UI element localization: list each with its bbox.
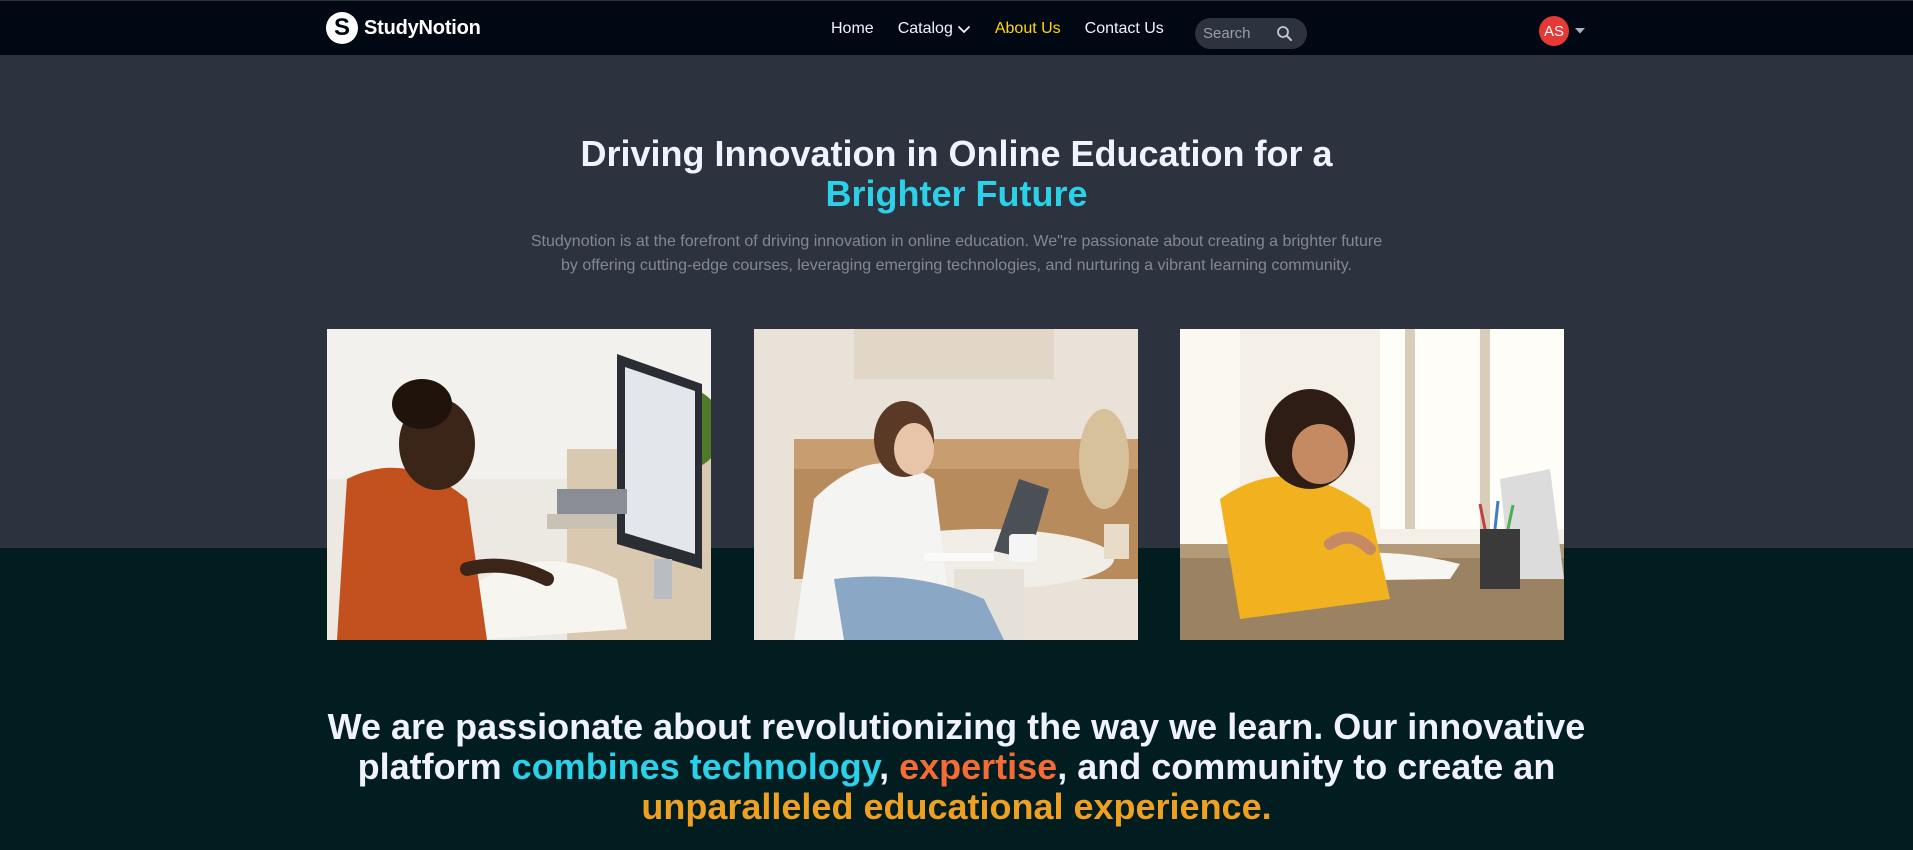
about-image-3 bbox=[1180, 329, 1564, 640]
brand-name: StudyNotion bbox=[364, 16, 481, 39]
about-image-1 bbox=[327, 329, 711, 640]
nav-catalog-dropdown[interactable]: Catalog bbox=[898, 20, 971, 38]
brand-logo[interactable]: S StudyNotion bbox=[326, 12, 481, 44]
search-input[interactable] bbox=[1203, 25, 1273, 42]
quote-highlight-technology: combines technology bbox=[511, 746, 880, 787]
nav-links: Home Catalog About Us Contact Us bbox=[831, 20, 1188, 38]
hero-title-highlight: Brighter Future bbox=[825, 173, 1088, 214]
nav-about-link[interactable]: About Us bbox=[995, 20, 1061, 38]
hero-description: Studynotion is at the forefront of drivi… bbox=[530, 233, 1383, 274]
quote-part-3: , bbox=[879, 746, 890, 787]
navbar: S StudyNotion Home Catalog About Us Cont… bbox=[0, 0, 1913, 56]
mission-quote: We are passionate about revolutionizing … bbox=[300, 707, 1613, 827]
about-image-2 bbox=[754, 329, 1138, 640]
quote-highlight-experience: unparalleled educational experience. bbox=[641, 786, 1272, 827]
nav-home-link[interactable]: Home bbox=[831, 20, 874, 38]
profile-menu[interactable]: AS bbox=[1539, 16, 1586, 46]
chevron-down-icon bbox=[957, 26, 970, 33]
search-bar bbox=[1195, 18, 1307, 49]
nav-catalog-label: Catalog bbox=[897, 20, 953, 37]
nav-contact-link[interactable]: Contact Us bbox=[1085, 20, 1164, 38]
quote-part-5: , and community to create an bbox=[1057, 746, 1556, 787]
avatar[interactable]: AS bbox=[1539, 16, 1569, 46]
hero-title: Driving Innovation in Online Education f… bbox=[0, 134, 1913, 214]
quote-highlight-expertise: expertise bbox=[899, 746, 1058, 787]
hero-title-line1: Driving Innovation in Online Education f… bbox=[580, 133, 1333, 174]
logo-mark-icon: S bbox=[326, 12, 358, 44]
search-icon[interactable] bbox=[1276, 25, 1293, 42]
caret-down-icon[interactable] bbox=[1574, 27, 1586, 35]
